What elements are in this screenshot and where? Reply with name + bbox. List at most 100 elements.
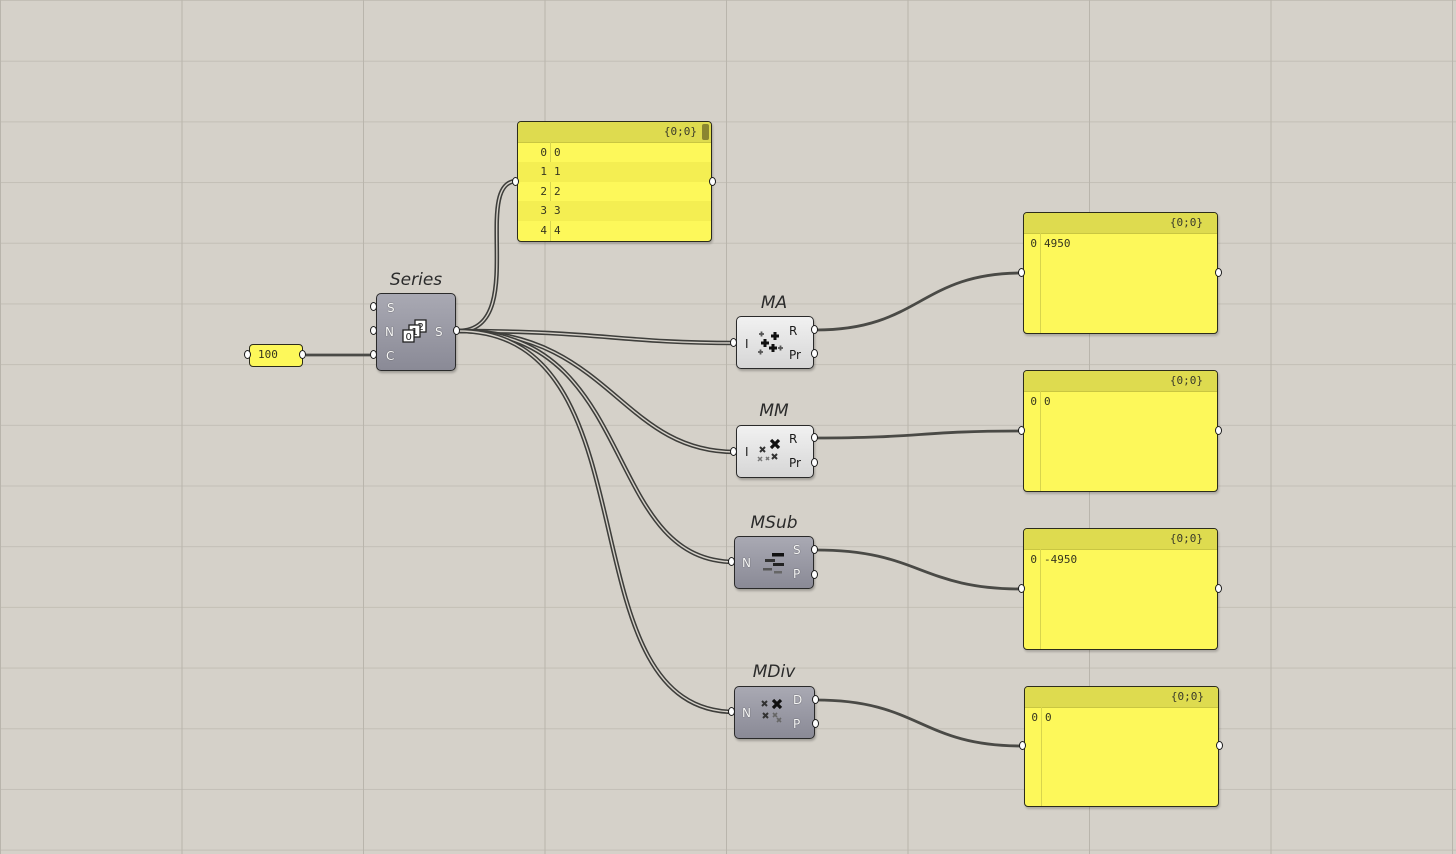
list-panel-header: {0;0} [518,122,711,143]
number-param[interactable]: 100 [249,344,303,367]
result-panel-3[interactable]: {0;0} 0 -4950 [1023,528,1218,650]
mm-output-pr-grip[interactable] [811,458,818,467]
result-panel-1-output-grip[interactable] [1215,268,1222,277]
mdiv-input-n-grip[interactable] [728,707,735,716]
series-title: Series [389,270,443,290]
mdiv-component[interactable]: N D P [734,686,815,739]
wire-series-to-mm [457,328,736,455]
result-panel-header: {0;0} [1024,213,1217,234]
wire-series-to-msub [457,328,736,565]
series-output-s-grip[interactable] [453,326,460,335]
row-value: 2 [554,184,561,198]
wires-layer [306,178,1023,748]
wire-ma-to-panel-1 [815,271,1023,332]
list-panel-row: 2 2 [518,182,711,201]
series-output-s-label: S [435,325,443,339]
row-value: 0 [1045,711,1052,724]
list-panel-input-grip[interactable] [512,177,519,186]
series-input-n-grip[interactable] [370,326,377,335]
svg-text:0: 0 [406,332,412,343]
row-value: 3 [554,204,561,218]
mm-input-i-grip[interactable] [730,447,737,456]
wire-mm-to-panel-2 [815,429,1023,440]
result-panel-header: {0;0} [1024,529,1217,550]
row-index: 1 [540,165,547,179]
mm-component[interactable]: I R Pr [736,425,814,478]
row-value: 4 [554,223,561,237]
ma-output-r-grip[interactable] [811,325,818,334]
result-panel-4-input-grip[interactable] [1019,741,1026,750]
msub-output-s-label: S [793,543,801,557]
msub-input-n-grip[interactable] [728,557,735,566]
series-input-c-grip[interactable] [370,350,377,359]
mdiv-input-n-label: N [742,706,751,720]
mm-input-i-label: I [745,445,749,459]
list-panel-row: 4 4 [518,221,711,240]
list-panel-scrollbar[interactable] [702,124,709,140]
wire-series-to-mdiv [457,328,736,715]
list-panel-row: 0 0 [518,143,711,162]
result-panel-path: {0;0} [1169,374,1203,387]
msub-output-p-grip[interactable] [811,570,818,579]
row-value: 1 [554,165,561,179]
row-index: 0 [1030,395,1037,408]
row-index: 3 [540,204,547,218]
msub-title: MSub [750,513,798,533]
ma-output-r-label: R [789,324,798,338]
wire-mdiv-to-panel-4 [815,698,1023,748]
row-index: 0 [540,146,547,159]
wire-series-to-list-panel [457,178,518,334]
mdiv-output-p-label: P [793,717,801,731]
ma-input-i-grip[interactable] [730,338,737,347]
list-panel-output-grip[interactable] [709,177,716,186]
result-panel-1-input-grip[interactable] [1018,268,1025,277]
ma-title: MA [760,293,788,313]
result-panel-row: 0 0 [1024,392,1217,411]
mdiv-title: MDiv [752,662,796,682]
row-index: 0 [1030,553,1037,566]
list-panel-row: 1 1 [518,162,711,182]
ma-output-pr-grip[interactable] [811,349,818,358]
msub-input-n-label: N [742,556,751,570]
result-panel-2-output-grip[interactable] [1215,426,1222,435]
number-param-output-grip[interactable] [299,350,306,359]
result-panel-2[interactable]: {0;0} 0 0 [1023,370,1218,492]
result-panel-header: {0;0} [1025,687,1218,708]
mm-title: MM [759,401,789,421]
result-panel-row: 0 4950 [1024,234,1217,253]
series-icon: 2 1 0 [402,319,427,343]
list-panel[interactable]: {0;0} 0 0 1 1 2 2 3 3 4 4 [517,121,712,242]
series-input-s-grip[interactable] [370,302,377,311]
mass-subtraction-icon [763,553,784,574]
msub-output-p-label: P [793,567,801,581]
mdiv-output-p-grip[interactable] [812,719,819,728]
mm-output-r-label: R [789,432,798,446]
result-panel-path: {0;0} [1169,532,1203,545]
result-panel-3-input-grip[interactable] [1018,584,1025,593]
msub-component[interactable]: N S P [734,536,814,589]
ma-component[interactable]: I R Pr [736,316,814,369]
msub-output-s-grip[interactable] [811,545,818,554]
mm-output-r-grip[interactable] [811,433,818,442]
mm-output-pr-label: Pr [789,456,801,470]
ma-output-pr-label: Pr [789,348,801,362]
list-panel-path: {0;0} [663,125,697,138]
wire-msub-to-panel-3 [815,548,1023,591]
result-panel-2-input-grip[interactable] [1018,426,1025,435]
wire-series-to-ma [457,328,736,346]
ma-input-i-label: I [745,337,749,351]
row-index: 4 [540,223,547,237]
result-panel-1[interactable]: {0;0} 0 4950 [1023,212,1218,334]
result-panel-3-output-grip[interactable] [1215,584,1222,593]
series-component[interactable]: S N C S 2 1 0 [376,293,456,371]
row-value: -4950 [1044,553,1078,566]
number-param-value: 100 [258,348,278,361]
number-param-input-grip[interactable] [244,350,251,359]
result-panel-4[interactable]: {0;0} 0 0 [1024,686,1219,807]
row-value: 0 [1044,395,1051,408]
result-panel-path: {0;0} [1169,216,1203,229]
mdiv-output-d-grip[interactable] [812,695,819,704]
result-panel-4-output-grip[interactable] [1216,741,1223,750]
result-panel-row: 0 -4950 [1024,550,1217,569]
result-panel-row: 0 0 [1025,708,1218,727]
